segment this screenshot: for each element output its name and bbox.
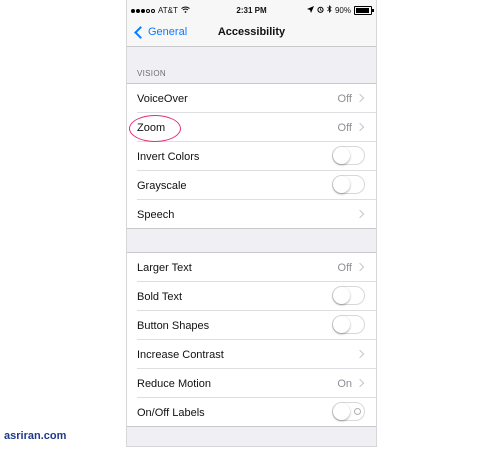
button-shapes-toggle[interactable] xyxy=(332,315,365,334)
chevron-right-icon xyxy=(355,262,365,272)
toggle-knob xyxy=(333,287,350,304)
row-label: Button Shapes xyxy=(137,320,210,332)
chevron-right-icon xyxy=(355,93,365,103)
zoom-highlight-circle xyxy=(129,115,181,142)
row-label: VoiceOver xyxy=(137,93,188,105)
bluetooth-icon xyxy=(327,5,332,15)
row-voiceover[interactable]: VoiceOver Off xyxy=(137,84,376,113)
row-label: Grayscale xyxy=(137,180,187,192)
chevron-right-icon xyxy=(355,122,365,132)
row-label: Speech xyxy=(137,209,175,221)
row-label: Invert Colors xyxy=(137,151,200,163)
status-bar: AT&T 2:31 PM 90% xyxy=(127,0,376,20)
chevron-right-icon xyxy=(355,349,365,359)
watermark: asriran.com xyxy=(4,430,67,442)
bold-text-toggle[interactable] xyxy=(332,286,365,305)
settings-group-vision: VoiceOver Off Zoom Off Invert Colors Gra… xyxy=(127,83,376,229)
row-value: Off xyxy=(337,262,352,274)
phone-screen: AT&T 2:31 PM 90% General Accessibility V… xyxy=(126,0,377,447)
page-title: Accessibility xyxy=(217,26,286,38)
row-on-off-labels: On/Off Labels xyxy=(137,398,376,426)
settings-group-display: Larger Text Off Bold Text Button Shapes … xyxy=(127,252,376,427)
toggle-knob xyxy=(333,147,350,164)
row-label: Reduce Motion xyxy=(137,378,211,390)
row-label: Larger Text xyxy=(137,262,192,274)
alarm-icon xyxy=(317,6,324,15)
row-label: On/Off Labels xyxy=(137,407,205,419)
row-grayscale: Grayscale xyxy=(137,171,376,200)
chevron-right-icon xyxy=(355,378,365,388)
section-header-vision: VISION xyxy=(137,69,166,78)
row-reduce-motion[interactable]: Reduce Motion On xyxy=(137,369,376,398)
grayscale-toggle[interactable] xyxy=(332,175,365,194)
row-label: Increase Contrast xyxy=(137,349,224,361)
toggle-knob xyxy=(333,403,350,420)
toggle-off-label-icon xyxy=(354,408,361,415)
row-label: Bold Text xyxy=(137,291,183,303)
row-speech[interactable]: Speech xyxy=(137,200,376,228)
row-value: Off xyxy=(337,122,352,134)
location-icon xyxy=(306,5,314,15)
row-increase-contrast[interactable]: Increase Contrast xyxy=(137,340,376,369)
on-off-labels-toggle[interactable] xyxy=(332,402,365,421)
chevron-right-icon xyxy=(355,209,365,219)
row-button-shapes: Button Shapes xyxy=(137,311,376,340)
toggle-knob xyxy=(333,176,350,193)
row-bold-text: Bold Text xyxy=(137,282,376,311)
navigation-bar: General Accessibility xyxy=(127,20,376,47)
status-right: 90% xyxy=(306,5,374,15)
row-larger-text[interactable]: Larger Text Off xyxy=(137,253,376,282)
battery-icon xyxy=(354,5,374,15)
toggle-knob xyxy=(333,316,350,333)
invert-colors-toggle[interactable] xyxy=(332,146,365,165)
row-value: On xyxy=(337,378,352,390)
battery-percent: 90% xyxy=(334,5,351,15)
row-invert-colors: Invert Colors xyxy=(137,142,376,171)
row-value: Off xyxy=(337,93,352,105)
